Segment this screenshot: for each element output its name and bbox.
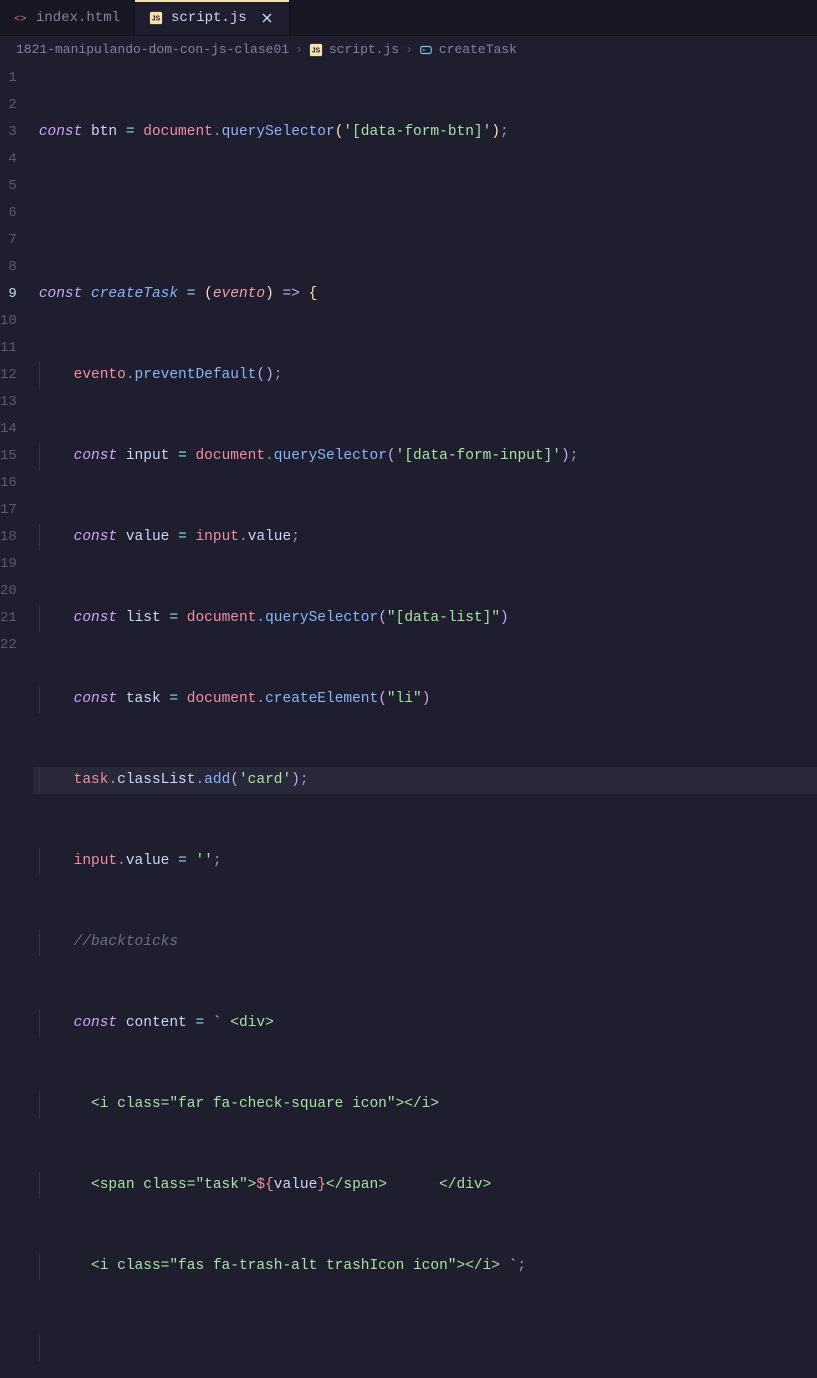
line-number-gutter: 1 2 3 4 5 6 7 8 9 10 11 12 13 14 15 16 1… — [0, 63, 33, 1378]
tab-bar: <> index.html JS script.js — [0, 0, 817, 36]
close-icon[interactable] — [259, 10, 275, 26]
js-file-icon: JS — [309, 43, 323, 57]
symbol-function-icon — [419, 43, 433, 57]
tab-index-html[interactable]: <> index.html — [0, 0, 135, 35]
code-editor[interactable]: 1 2 3 4 5 6 7 8 9 10 11 12 13 14 15 16 1… — [0, 63, 817, 1378]
breadcrumb-symbol[interactable]: createTask — [439, 42, 517, 57]
tab-label: script.js — [171, 10, 247, 26]
svg-text:<>: <> — [14, 13, 27, 25]
svg-text:JS: JS — [152, 15, 161, 22]
chevron-right-icon: › — [405, 42, 413, 57]
breadcrumb-folder[interactable]: 1821-manipulando-dom-con-js-clase01 — [16, 42, 289, 57]
html-file-icon: <> — [14, 11, 28, 25]
code-content[interactable]: const btn = document.querySelector('[dat… — [33, 63, 817, 1378]
js-file-icon: JS — [149, 11, 163, 25]
breadcrumb[interactable]: 1821-manipulando-dom-con-js-clase01 › JS… — [0, 36, 817, 63]
svg-text:JS: JS — [311, 47, 320, 54]
breadcrumb-file[interactable]: script.js — [329, 42, 399, 57]
tab-script-js[interactable]: JS script.js — [135, 0, 290, 35]
tab-label: index.html — [36, 10, 120, 26]
chevron-right-icon: › — [295, 42, 303, 57]
